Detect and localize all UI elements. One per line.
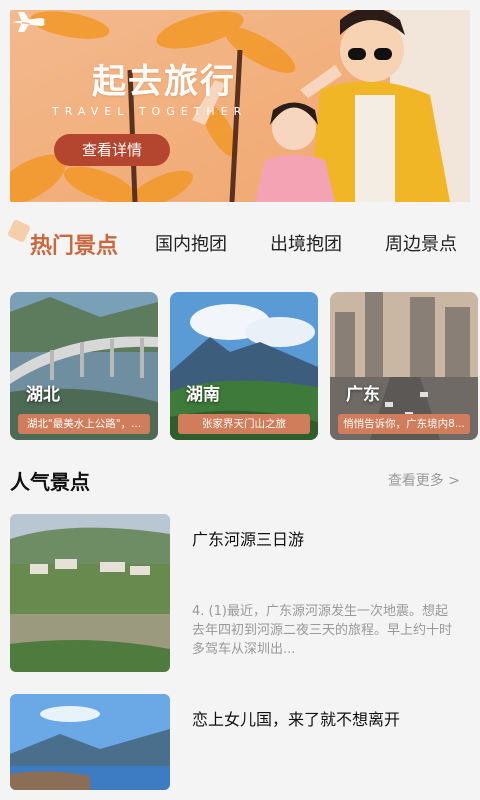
banner-title: 起去旅行 xyxy=(92,62,236,102)
article-thumbnail xyxy=(10,694,170,790)
destination-carousel: 湖北 湖北"最美水上公路"，... 湖南 张家界天门山之旅 广东 悄悄告诉你，广… xyxy=(10,292,480,440)
view-more-link[interactable]: 查看更多 > xyxy=(388,470,460,490)
popular-section-title: 人气景点 xyxy=(10,470,90,494)
destination-name: 湖北 xyxy=(26,385,60,405)
destination-caption: 悄悄告诉你，广东境内8... xyxy=(338,414,470,434)
article-title: 广东河源三日游 xyxy=(192,530,305,549)
article-thumbnail xyxy=(10,514,170,672)
destination-name: 湖南 xyxy=(186,385,220,405)
tab-domestic-group[interactable]: 国内抱团 xyxy=(155,230,227,256)
article-item[interactable]: 恋上女儿国，来了就不想离开 xyxy=(10,694,470,800)
destination-caption: 湖北"最美水上公路"，... xyxy=(18,414,150,434)
category-tabs: 热门景点 国内抱团 出境抱团 周边景点 xyxy=(0,218,480,274)
tab-nearby-spots[interactable]: 周边景点 xyxy=(385,230,457,256)
tab-indicator-icon xyxy=(7,219,31,243)
banner-subtitle: TRAVEL TOGETHER xyxy=(52,105,248,118)
tab-hot-spots[interactable]: 热门景点 xyxy=(30,228,118,260)
destination-caption: 张家界天门山之旅 xyxy=(178,414,310,434)
tab-outbound-group[interactable]: 出境抱团 xyxy=(270,230,342,256)
article-description: 4. (1)最近，广东源河源发生一次地震。想起去年四初到河源二夜三天的旅程。早上… xyxy=(192,604,453,657)
destination-name: 广东 xyxy=(346,385,380,405)
article-title: 恋上女儿国，来了就不想离开 xyxy=(192,710,401,729)
view-details-button[interactable]: 查看详情 xyxy=(54,134,170,166)
destination-card-guangdong[interactable]: 广东 悄悄告诉你，广东境内8... xyxy=(330,292,478,440)
plane-icon xyxy=(12,12,45,32)
destination-card-hunan[interactable]: 湖南 张家界天门山之旅 xyxy=(170,292,318,440)
destination-card-hubei[interactable]: 湖北 湖北"最美水上公路"，... xyxy=(10,292,158,440)
hero-banner[interactable]: 起去旅行 TRAVEL TOGETHER 查看详情 xyxy=(10,10,470,202)
article-item[interactable]: 广东河源三日游 4. (1)最近，广东源河源发生一次地震。想起去年四初到河源二夜… xyxy=(10,514,470,672)
